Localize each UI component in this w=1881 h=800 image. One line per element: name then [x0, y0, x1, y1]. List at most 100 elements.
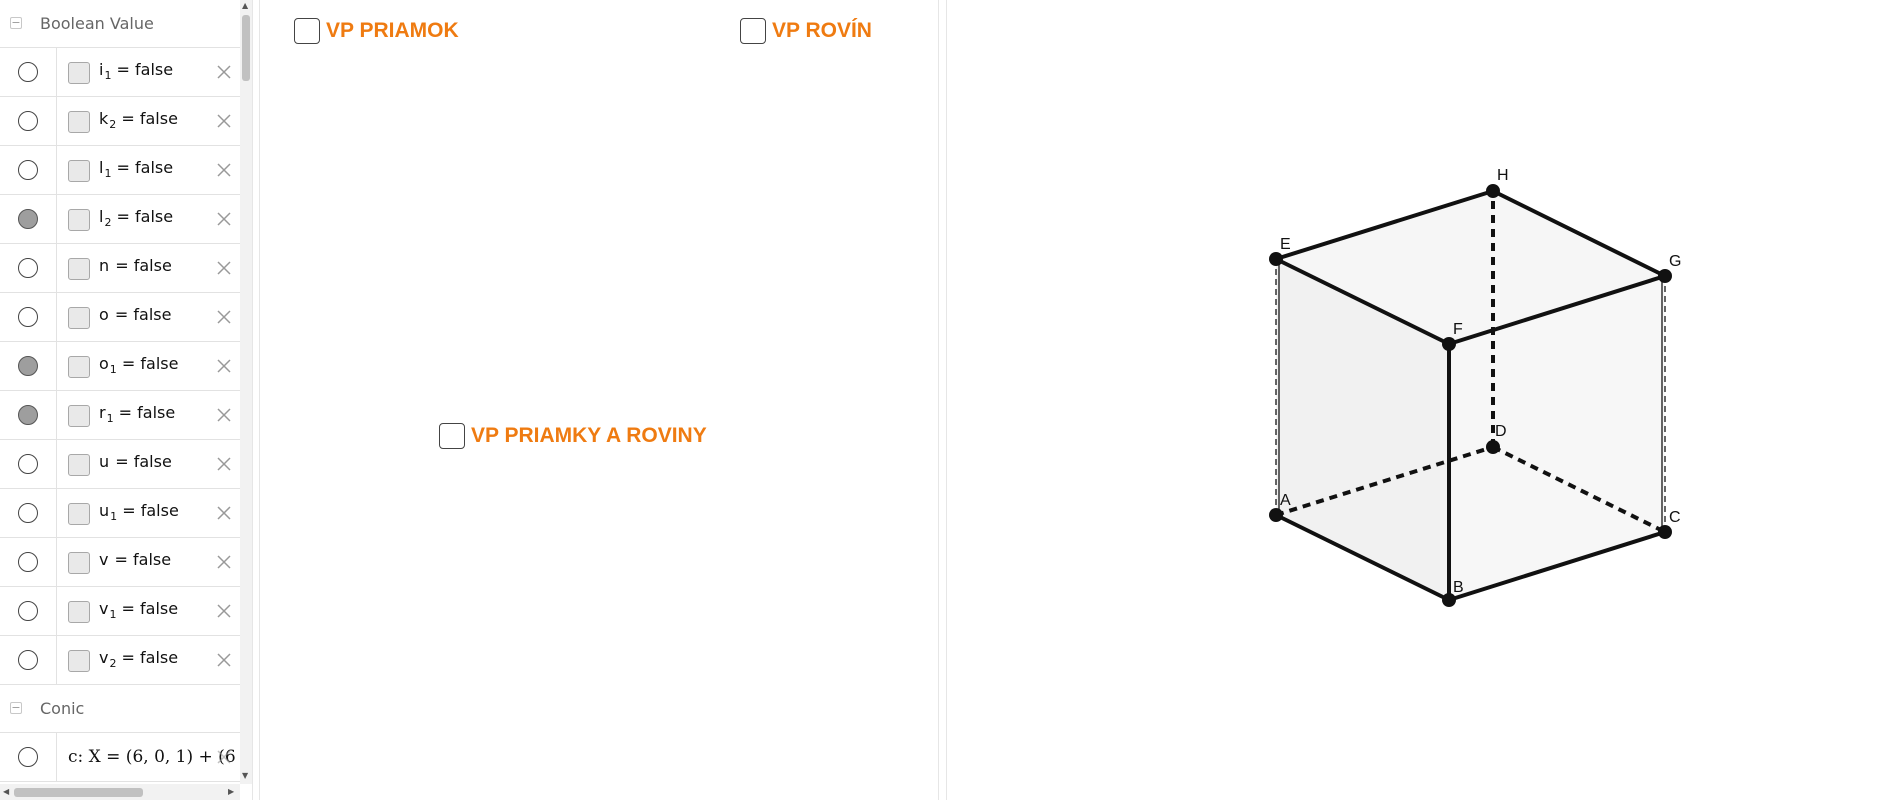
point-h[interactable] [1486, 184, 1500, 198]
algebra-item-row[interactable]: u1 = false [0, 489, 240, 538]
item-text[interactable]: u1 = false [99, 501, 179, 523]
visibility-circle-icon[interactable] [18, 160, 38, 180]
close-icon[interactable] [214, 209, 234, 229]
horizontal-scroll-thumb[interactable] [14, 788, 143, 797]
visibility-circle-icon[interactable] [18, 552, 38, 572]
boolean-checkbox[interactable] [68, 209, 90, 231]
point-e[interactable] [1269, 252, 1283, 266]
collapse-minus-icon[interactable]: − [10, 702, 22, 714]
boolean-checkbox[interactable] [68, 160, 90, 182]
boolean-checkbox[interactable] [68, 601, 90, 623]
point-g[interactable] [1658, 269, 1672, 283]
close-icon[interactable] [214, 62, 234, 82]
horizontal-scrollbar[interactable]: ◀ ▶ [0, 784, 240, 800]
close-icon[interactable] [214, 454, 234, 474]
checkbox-label[interactable]: VP PRIAMOK [326, 19, 459, 43]
algebra-item-row[interactable]: l2 = false [0, 195, 240, 244]
algebra-item-row[interactable]: u = false [0, 440, 240, 489]
vp-rovin-checkbox[interactable]: VP ROVÍN [740, 18, 872, 44]
item-text[interactable]: v2 = false [99, 648, 178, 670]
boolean-checkbox[interactable] [68, 356, 90, 378]
vertical-scroll-thumb[interactable] [242, 15, 250, 81]
graphics-view-2[interactable]: A B C D E F G H [947, 0, 1881, 800]
item-text[interactable]: n = false [99, 256, 172, 278]
item-text[interactable]: k2 = false [99, 109, 178, 131]
visibility-circle-icon[interactable] [18, 307, 38, 327]
item-text[interactable]: o = false [99, 305, 171, 327]
point-f[interactable] [1442, 337, 1456, 351]
close-icon[interactable] [214, 552, 234, 572]
close-icon[interactable] [214, 356, 234, 376]
checkbox-box[interactable] [439, 423, 465, 449]
boolean-checkbox[interactable] [68, 650, 90, 672]
point-a[interactable] [1269, 508, 1283, 522]
algebra-item-row[interactable]: n = false [0, 244, 240, 293]
visibility-circle-icon[interactable] [18, 209, 38, 229]
algebra-item-row[interactable]: v = false [0, 538, 240, 587]
scroll-up-icon[interactable]: ▲ [242, 2, 248, 10]
visibility-circle-icon[interactable] [18, 405, 38, 425]
close-icon[interactable] [214, 650, 234, 670]
algebra-item-row[interactable]: v1 = false [0, 587, 240, 636]
vp-priamok-checkbox[interactable]: VP PRIAMOK [294, 18, 459, 44]
close-icon[interactable] [214, 405, 234, 425]
visibility-circle-icon[interactable] [18, 454, 38, 474]
point-c[interactable] [1658, 525, 1672, 539]
group-header-conic[interactable]: − Conic [0, 685, 240, 733]
visibility-circle-icon[interactable] [18, 356, 38, 376]
close-icon[interactable] [214, 307, 234, 327]
close-icon[interactable] [214, 111, 234, 131]
close-icon[interactable] [214, 747, 234, 767]
item-text[interactable]: l2 = false [99, 207, 173, 229]
visibility-circle-icon[interactable] [18, 111, 38, 131]
group-header-boolean[interactable]: − Boolean Value [0, 0, 240, 48]
view-divider[interactable] [252, 0, 260, 800]
boolean-checkbox[interactable] [68, 503, 90, 525]
item-text[interactable]: v = false [99, 550, 171, 572]
boolean-checkbox[interactable] [68, 62, 90, 84]
algebra-item-row[interactable]: c: X = (6, 0, 1) + (6 c [0, 733, 240, 782]
visibility-circle-icon[interactable] [18, 62, 38, 82]
vertical-scrollbar[interactable]: ▲ ▼ [240, 0, 252, 784]
algebra-item-row[interactable]: v2 = false [0, 636, 240, 685]
item-text[interactable]: l1 = false [99, 158, 173, 180]
boolean-checkbox[interactable] [68, 454, 90, 476]
scroll-left-icon[interactable]: ◀ [3, 788, 9, 796]
close-icon[interactable] [214, 503, 234, 523]
close-icon[interactable] [214, 258, 234, 278]
algebra-item-row[interactable]: o1 = false [0, 342, 240, 391]
cube-drawing[interactable]: A B C D E F G H [947, 0, 1881, 800]
scroll-right-icon[interactable]: ▶ [228, 788, 234, 796]
graphics-view-1[interactable]: VP PRIAMOK VP ROVÍN VP PRIAMKY A ROVINY [260, 0, 938, 800]
boolean-checkbox[interactable] [68, 258, 90, 280]
item-text[interactable]: v1 = false [99, 599, 178, 621]
algebra-item-row[interactable]: r1 = false [0, 391, 240, 440]
close-icon[interactable] [214, 601, 234, 621]
checkbox-box[interactable] [740, 18, 766, 44]
vp-priamky-a-roviny-checkbox[interactable]: VP PRIAMKY A ROVINY [439, 423, 707, 449]
checkbox-box[interactable] [294, 18, 320, 44]
algebra-item-row[interactable]: k2 = false [0, 97, 240, 146]
collapse-minus-icon[interactable]: − [10, 17, 22, 29]
visibility-circle-icon[interactable] [18, 258, 38, 278]
algebra-item-row[interactable]: o = false [0, 293, 240, 342]
boolean-checkbox[interactable] [68, 552, 90, 574]
visibility-circle-icon[interactable] [18, 747, 38, 767]
close-icon[interactable] [214, 160, 234, 180]
item-text[interactable]: r1 = false [99, 403, 175, 425]
item-text[interactable]: i1 = false [99, 60, 173, 82]
visibility-circle-icon[interactable] [18, 601, 38, 621]
scroll-down-icon[interactable]: ▼ [242, 772, 248, 780]
visibility-circle-icon[interactable] [18, 503, 38, 523]
algebra-item-row[interactable]: l1 = false [0, 146, 240, 195]
view-divider[interactable] [938, 0, 947, 800]
point-d[interactable] [1486, 440, 1500, 454]
algebra-item-row[interactable]: i1 = false [0, 48, 240, 97]
item-text[interactable]: u = false [99, 452, 172, 474]
boolean-checkbox[interactable] [68, 405, 90, 427]
checkbox-label[interactable]: VP PRIAMKY A ROVINY [471, 424, 707, 448]
checkbox-label[interactable]: VP ROVÍN [772, 19, 872, 43]
boolean-checkbox[interactable] [68, 111, 90, 133]
item-text[interactable]: o1 = false [99, 354, 178, 376]
boolean-checkbox[interactable] [68, 307, 90, 329]
